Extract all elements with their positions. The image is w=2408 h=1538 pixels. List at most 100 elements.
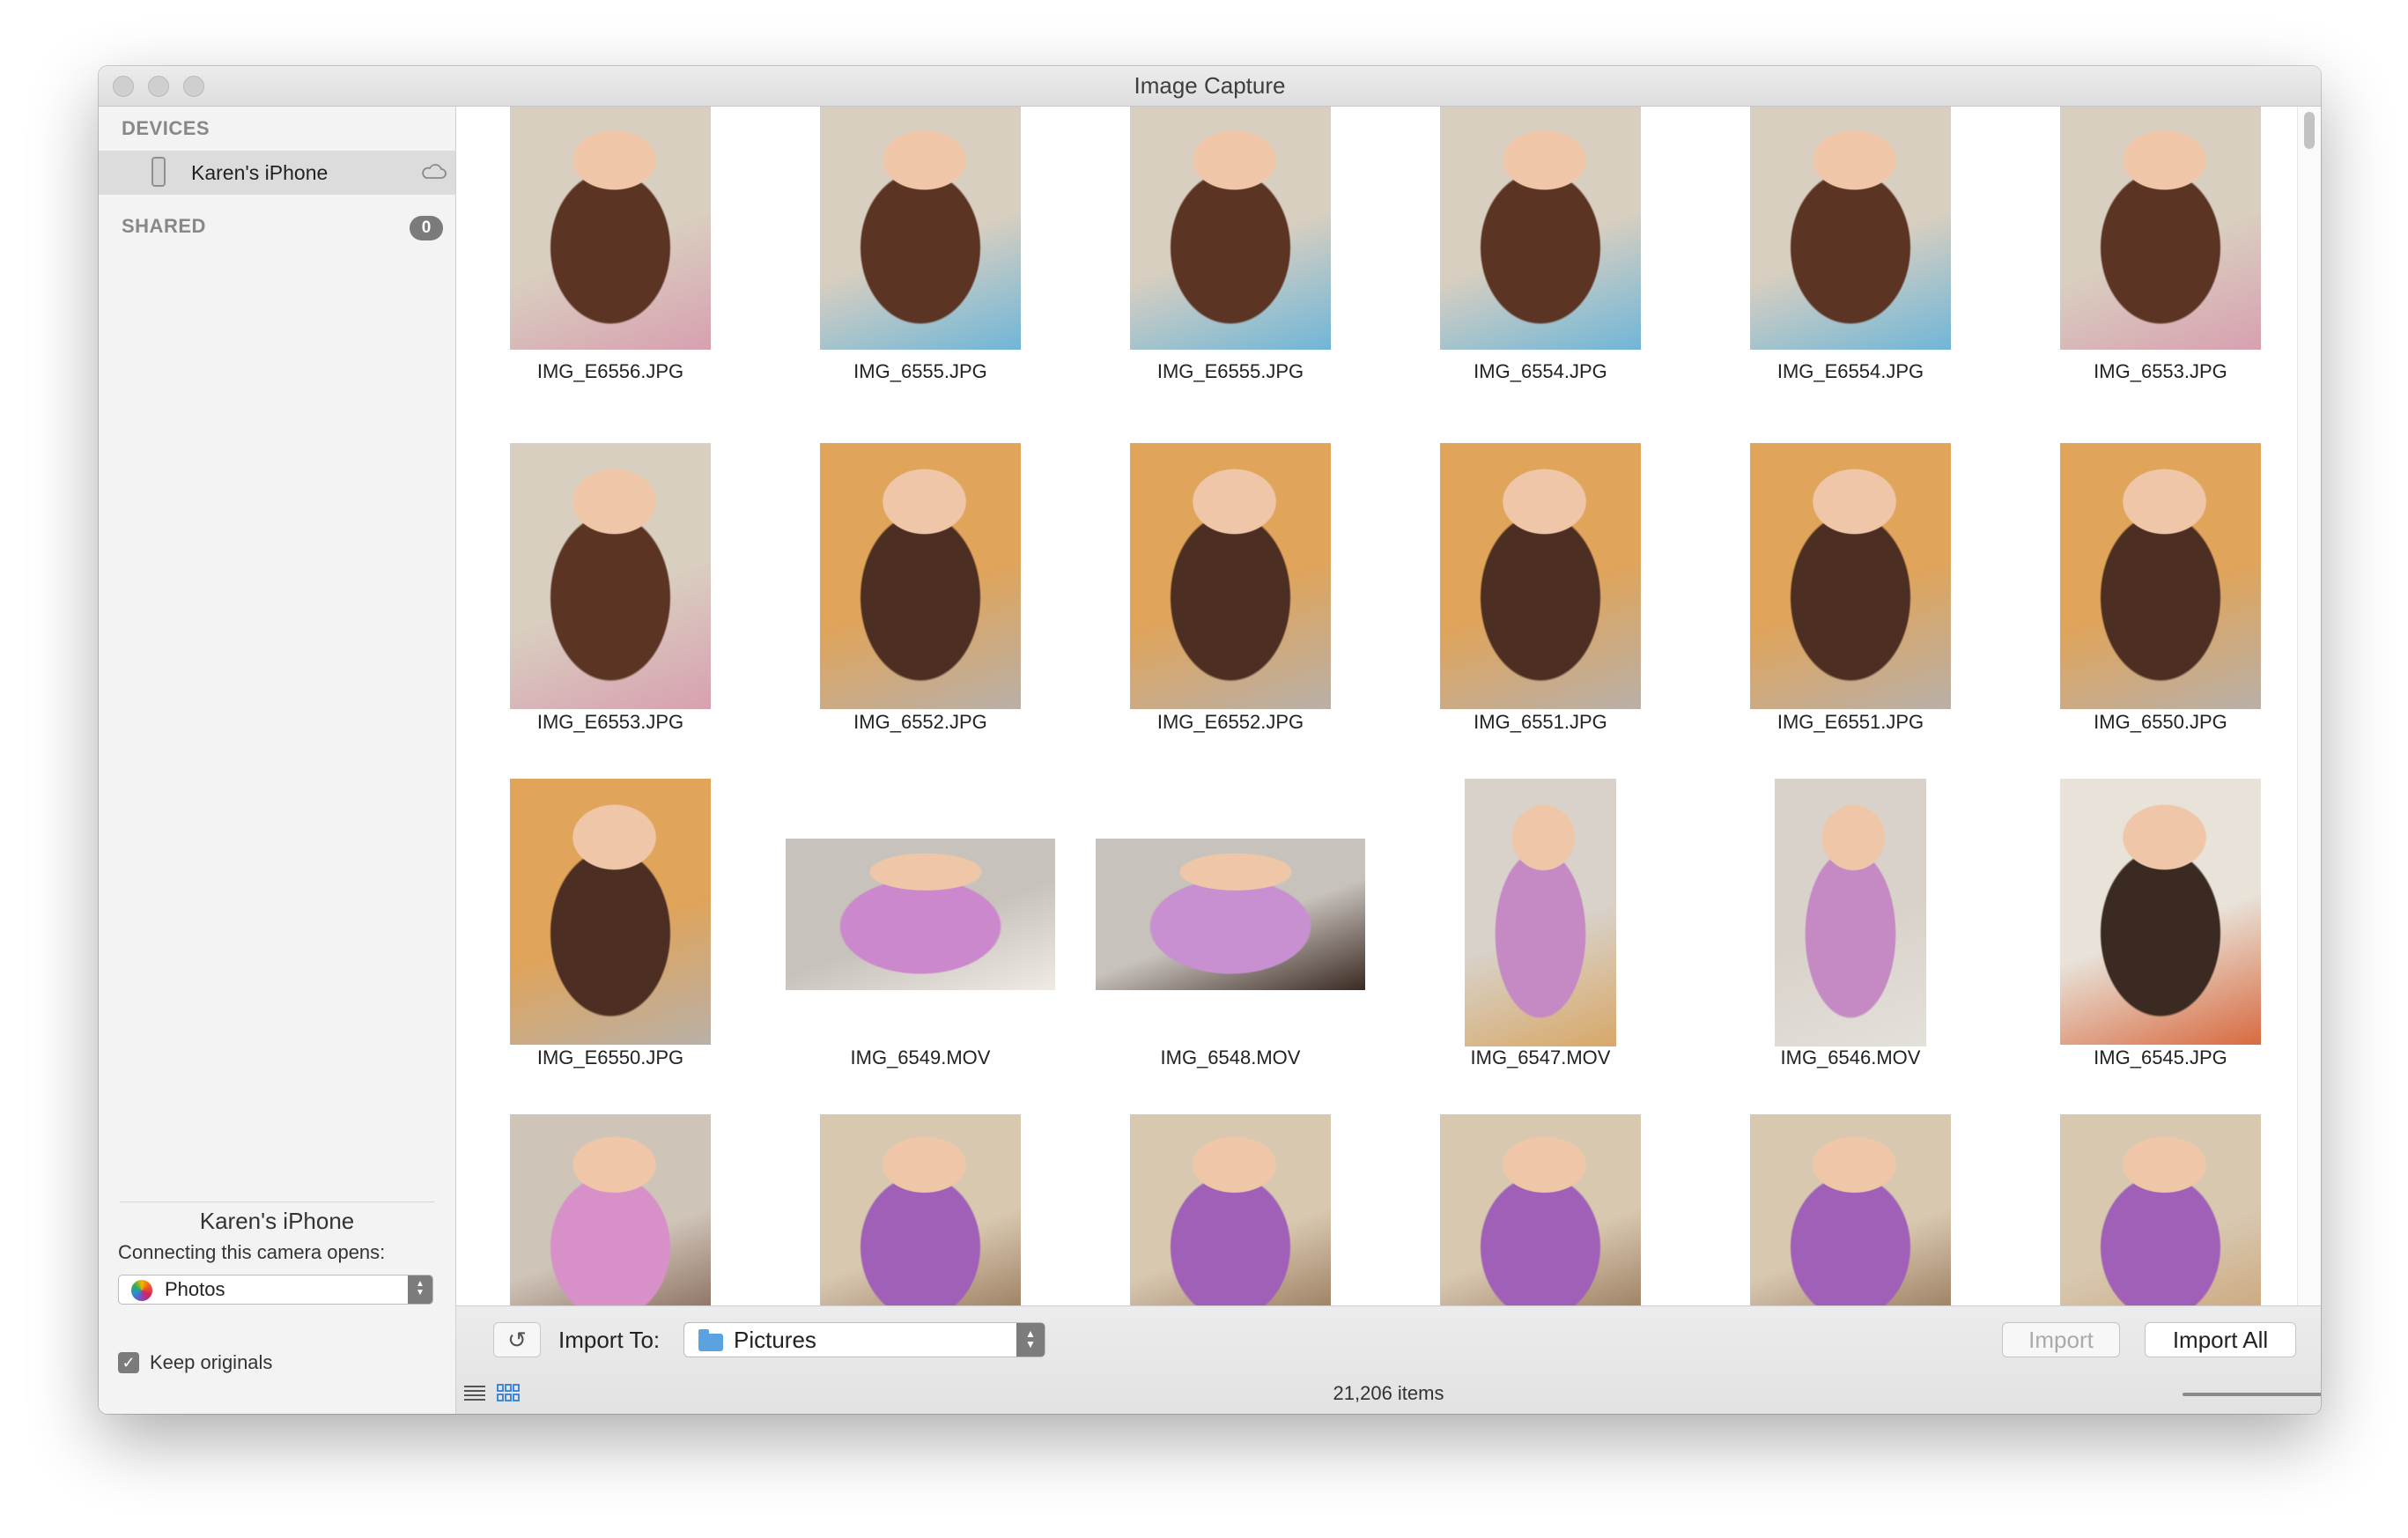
photo-thumbnail[interactable] [2060,107,2261,350]
thumbnail-item[interactable]: IMG_6548.MOV [1096,779,1365,1078]
photo-thumbnail[interactable] [1130,107,1331,350]
import-button[interactable]: Import [2002,1322,2120,1357]
sidebar-item-karens-iphone[interactable]: Karen's iPhone [99,151,455,195]
window-title: Image Capture [1134,72,1286,99]
thumbnail-item[interactable] [483,1114,738,1305]
camera-opens-select[interactable]: Photos ▲ ▼ [118,1275,433,1305]
thumbnail-item[interactable]: IMG_6554.JPG [1413,107,1668,406]
select-arrows-icon: ▲ ▼ [1016,1323,1045,1357]
select-arrows-icon: ▲ ▼ [408,1276,432,1304]
keep-originals-label: Keep originals [150,1351,273,1373]
video-thumbnail[interactable] [1465,779,1616,1046]
thumbnail-filename: IMG_6547.MOV [1470,1046,1611,1068]
photo-thumbnail[interactable] [820,107,1021,350]
folder-icon [698,1329,723,1351]
import-destination-select[interactable]: Pictures ▲ ▼ [683,1322,1045,1357]
video-thumbnail[interactable] [1775,779,1926,1046]
video-thumbnail[interactable] [1096,839,1365,990]
thumbnail-filename: IMG_E6555.JPG [1156,360,1304,382]
photo-thumbnail[interactable] [2060,443,2261,709]
thumbnail-item[interactable]: IMG_6555.JPG [793,107,1048,406]
photo-thumbnail[interactable] [1750,107,1951,350]
thumbnail-item[interactable]: IMG_6553.JPG [2033,107,2288,406]
device-settings-title: Karen's iPhone [199,1208,355,1234]
thumbnail-filename: IMG_6552.JPG [853,711,987,733]
thumbnail-item[interactable]: IMG_E6554.JPG [1723,107,1978,406]
thumbnail-item[interactable] [793,1114,1048,1305]
thumbnail-item[interactable]: IMG_E6555.JPG [1103,107,1358,406]
photo-thumbnail[interactable] [1130,1114,1331,1305]
vertical-scrollbar[interactable] [2297,107,2321,1305]
title-bar: Image Capture [99,66,2321,107]
photo-thumbnail[interactable] [510,1114,711,1305]
photo-thumbnail[interactable] [1130,443,1331,709]
thumbnail-filename: IMG_6549.MOV [850,1046,991,1068]
photo-thumbnail[interactable] [1440,443,1641,709]
camera-opens-label: Connecting this camera opens: [118,1241,386,1263]
thumbnail-filename: IMG_6546.MOV [1780,1046,1921,1068]
photo-thumbnail[interactable] [820,1114,1021,1305]
photo-thumbnail[interactable] [1750,1114,1951,1305]
thumbnail-filename: IMG_6554.JPG [1474,360,1607,382]
iphone-icon [151,157,166,187]
photo-thumbnail[interactable] [510,443,711,709]
thumbnail-browser: IMG_E6556.JPG IMG_6555.JPG IMG_E6555.JPG IM… [456,107,2321,1305]
thumbnail-filename: IMG_6548.MOV [1160,1046,1301,1068]
thumbnail-item[interactable] [2033,1114,2288,1305]
thumbnail-item[interactable]: IMG_E6552.JPG [1103,443,1358,743]
thumbnail-filename: IMG_6555.JPG [853,360,987,382]
photo-thumbnail[interactable] [1750,443,1951,709]
thumbnail-item[interactable]: IMG_6546.MOV [1723,779,1978,1078]
device-name: Karen's iPhone [191,161,329,184]
thumbnail-item[interactable]: IMG_E6556.JPG [483,107,738,406]
thumbnail-grid: IMG_E6556.JPG IMG_6555.JPG IMG_E6555.JPG IM… [456,107,2288,1305]
thumbnail-filename: IMG_E6551.JPG [1776,711,1924,733]
keep-originals-checkbox[interactable]: ✓ [118,1352,139,1373]
photo-thumbnail[interactable] [510,779,711,1045]
rotate-button[interactable]: ↺ [493,1322,541,1357]
photo-thumbnail[interactable] [2060,1114,2261,1305]
photo-thumbnail[interactable] [1440,107,1641,350]
devices-heading: DEVICES [122,117,211,139]
thumbnail-filename: IMG_E6556.JPG [536,360,684,382]
photo-thumbnail[interactable] [510,107,711,350]
bottom-toolbar: ↺ Import To: Pictures ▲ ▼ Import Import A… [456,1305,2321,1414]
camera-opens-value: Photos [165,1278,225,1300]
thumbnail-filename: IMG_E6553.JPG [536,711,684,733]
shared-count-badge: 0 [410,216,443,240]
thumbnail-item[interactable]: IMG_6552.JPG [793,443,1048,743]
thumbnail-filename: IMG_6551.JPG [1474,711,1607,733]
thumbnail-item[interactable]: IMG_E6551.JPG [1723,443,1978,743]
thumbnail-item[interactable]: IMG_E6550.JPG [483,779,738,1078]
rotate-icon: ↺ [507,1327,527,1353]
thumbnail-filename: IMG_6550.JPG [2094,711,2227,733]
photo-thumbnail[interactable] [2060,779,2261,1045]
import-to-label: Import To: [558,1327,661,1353]
thumbnail-size-slider[interactable] [2183,1393,2321,1396]
items-count: 21,206 items [1333,1382,1444,1404]
scrollbar-thumb[interactable] [2304,112,2315,149]
video-thumbnail[interactable] [786,839,1055,990]
thumbnail-filename: IMG_6545.JPG [2094,1046,2227,1068]
thumbnail-filename: IMG_E6550.JPG [536,1046,684,1068]
import-destination-value: Pictures [734,1327,816,1353]
thumbnail-item[interactable] [1413,1114,1668,1305]
photo-thumbnail[interactable] [1440,1114,1641,1305]
thumbnail-item[interactable]: IMG_6545.JPG [2033,779,2288,1078]
thumbnail-item[interactable]: IMG_E6553.JPG [483,443,738,743]
thumbnail-item[interactable]: IMG_6550.JPG [2033,443,2288,743]
thumbnail-item[interactable] [1723,1114,1978,1305]
sidebar: DEVICES Karen's iPhone SHARED 0 Karen's … [99,107,456,1414]
import-all-button[interactable]: Import All [2145,1322,2296,1357]
thumbnail-item[interactable]: IMG_6551.JPG [1413,443,1668,743]
photos-app-icon [131,1280,152,1301]
image-capture-window: Image Capture DEVICES Karen's iPhone SHA… [99,66,2321,1414]
thumbnail-item[interactable]: IMG_6547.MOV [1413,779,1668,1078]
thumbnail-item[interactable] [1103,1114,1358,1305]
thumbnail-filename: IMG_6553.JPG [2094,360,2227,382]
shared-heading: SHARED [122,215,206,237]
cloud-icon [422,164,447,179]
thumbnail-filename: IMG_E6552.JPG [1156,711,1304,733]
thumbnail-item[interactable]: IMG_6549.MOV [786,779,1055,1078]
photo-thumbnail[interactable] [820,443,1021,709]
